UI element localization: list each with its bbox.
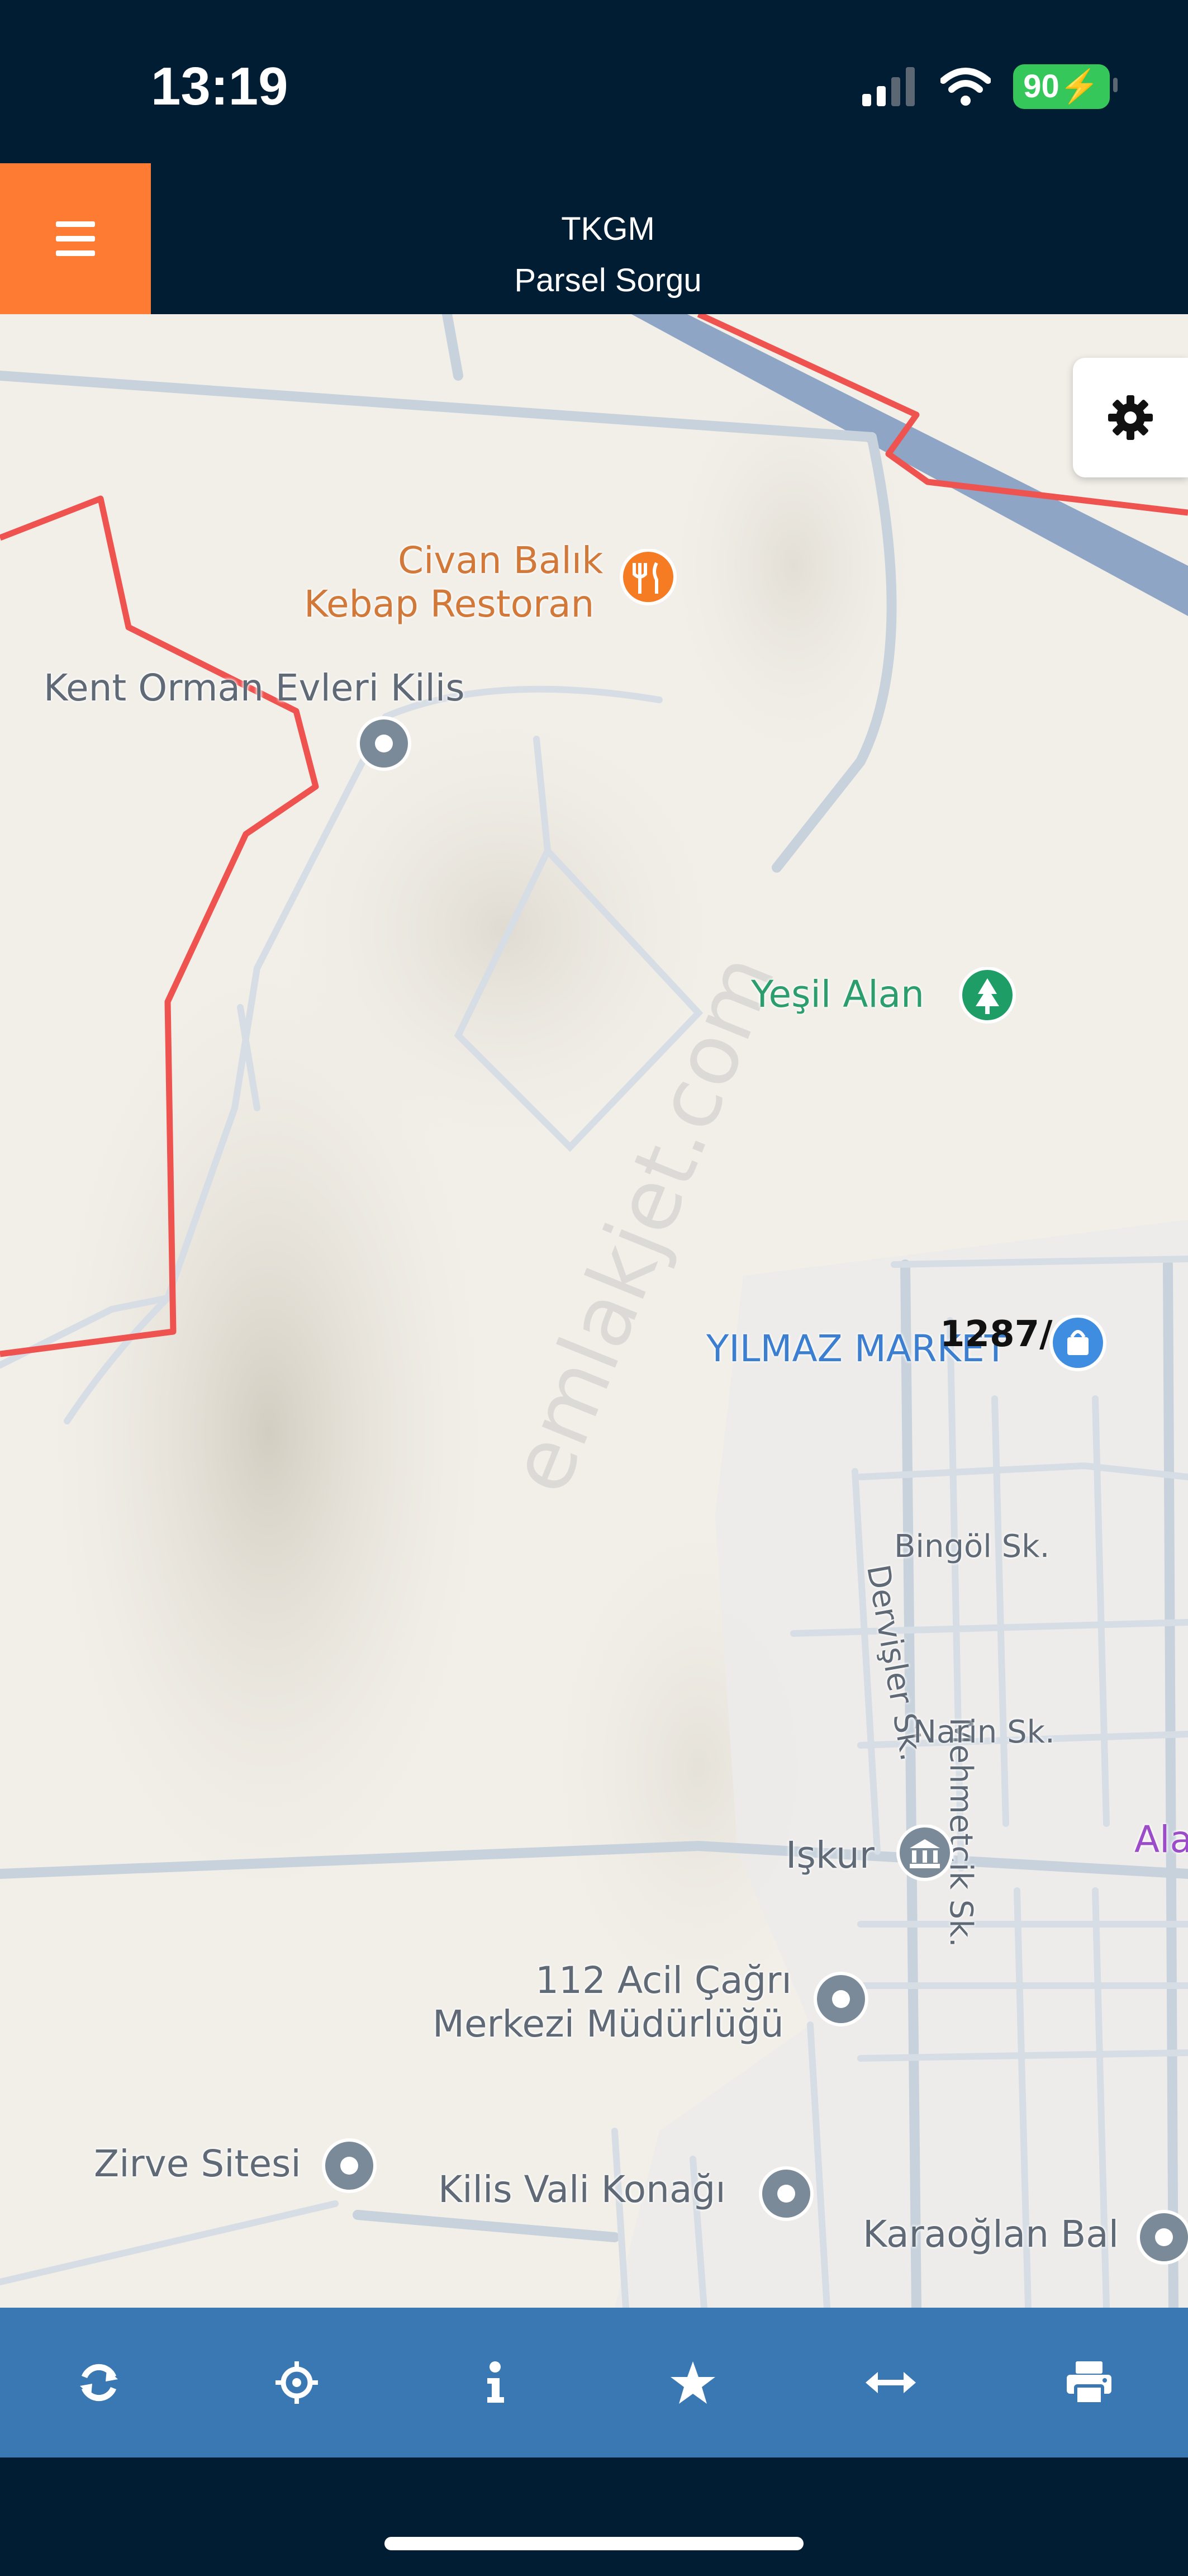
poi-label-ala: Ala [1134, 1818, 1188, 1861]
poi-label-iskur: Işkur [786, 1834, 875, 1877]
poi-label-merkezi-mudurlugu: Merkezi Müdürlüğü [433, 2002, 784, 2045]
street-label-bingol: Bingöl Sk. [894, 1528, 1050, 1565]
page-title-line2: Parsel Sorgu [514, 262, 702, 299]
signal-icon [862, 67, 915, 106]
gear-icon [1108, 395, 1153, 440]
government-icon[interactable] [894, 1825, 956, 1886]
place-pin-icon[interactable] [755, 2166, 817, 2227]
poi-label-kent-orman-evleri: Kent Orman Evleri Kilis [44, 666, 465, 709]
measure-button[interactable] [792, 2308, 990, 2457]
poi-label-yesil-alan: Yeşil Alan [751, 973, 924, 1016]
app-header: TKGM Parsel Sorgu [0, 163, 1188, 314]
place-pin-icon[interactable] [1133, 2209, 1188, 2271]
locate-button[interactable] [198, 2308, 396, 2457]
shop-icon[interactable] [1047, 1315, 1109, 1376]
refresh-button[interactable] [0, 2308, 198, 2457]
status-bar: 13:19 90⚡ [0, 0, 1188, 163]
page-title: TKGM Parsel Sorgu [0, 203, 1188, 306]
status-time: 13:19 [151, 56, 288, 116]
settings-button[interactable] [1073, 358, 1188, 477]
locate-icon [275, 2361, 319, 2404]
street-label-narin: Narin Sk. [913, 1714, 1055, 1750]
status-icons: 90⚡ [862, 61, 1118, 112]
print-icon [1066, 2361, 1111, 2405]
favorite-button[interactable] [594, 2308, 792, 2457]
bottom-toolbar [0, 2308, 1188, 2457]
measure-icon [866, 2372, 916, 2393]
info-button[interactable] [396, 2308, 594, 2457]
poi-label-112-acil-cagri: 112 Acil Çağrı [535, 1959, 792, 2002]
print-button[interactable] [990, 2308, 1188, 2457]
home-indicator[interactable] [384, 2537, 804, 2550]
bottom-safe-area [0, 2457, 1188, 2576]
page-title-line1: TKGM [561, 211, 655, 247]
poi-label-civan-balik: Civan Balık [398, 539, 603, 582]
poi-label-zirve-sitesi: Zirve Sitesi [94, 2142, 301, 2185]
place-pin-icon[interactable] [353, 716, 415, 777]
poi-label-karaoglan-bal: Karaoğlan Bal [863, 2213, 1119, 2256]
place-pin-icon[interactable] [319, 2138, 380, 2199]
battery-icon: 90⚡ [1013, 64, 1118, 109]
star-icon [671, 2361, 716, 2404]
poi-label-kilis-vali-konagi: Kilis Vali Konağı [438, 2168, 726, 2211]
poi-label-kebap-restoran: Kebap Restoran [304, 583, 595, 626]
park-icon[interactable] [957, 967, 1018, 1029]
place-pin-icon[interactable] [810, 1971, 872, 2033]
refresh-icon [80, 2364, 118, 2402]
info-icon [487, 2361, 504, 2403]
wifi-icon [940, 68, 991, 106]
map-view[interactable]: emlakjet.com Civan Balık Kebap Restoran … [0, 314, 1188, 2308]
battery-level: 90 [1023, 68, 1059, 105]
restaurant-icon[interactable] [617, 549, 679, 610]
